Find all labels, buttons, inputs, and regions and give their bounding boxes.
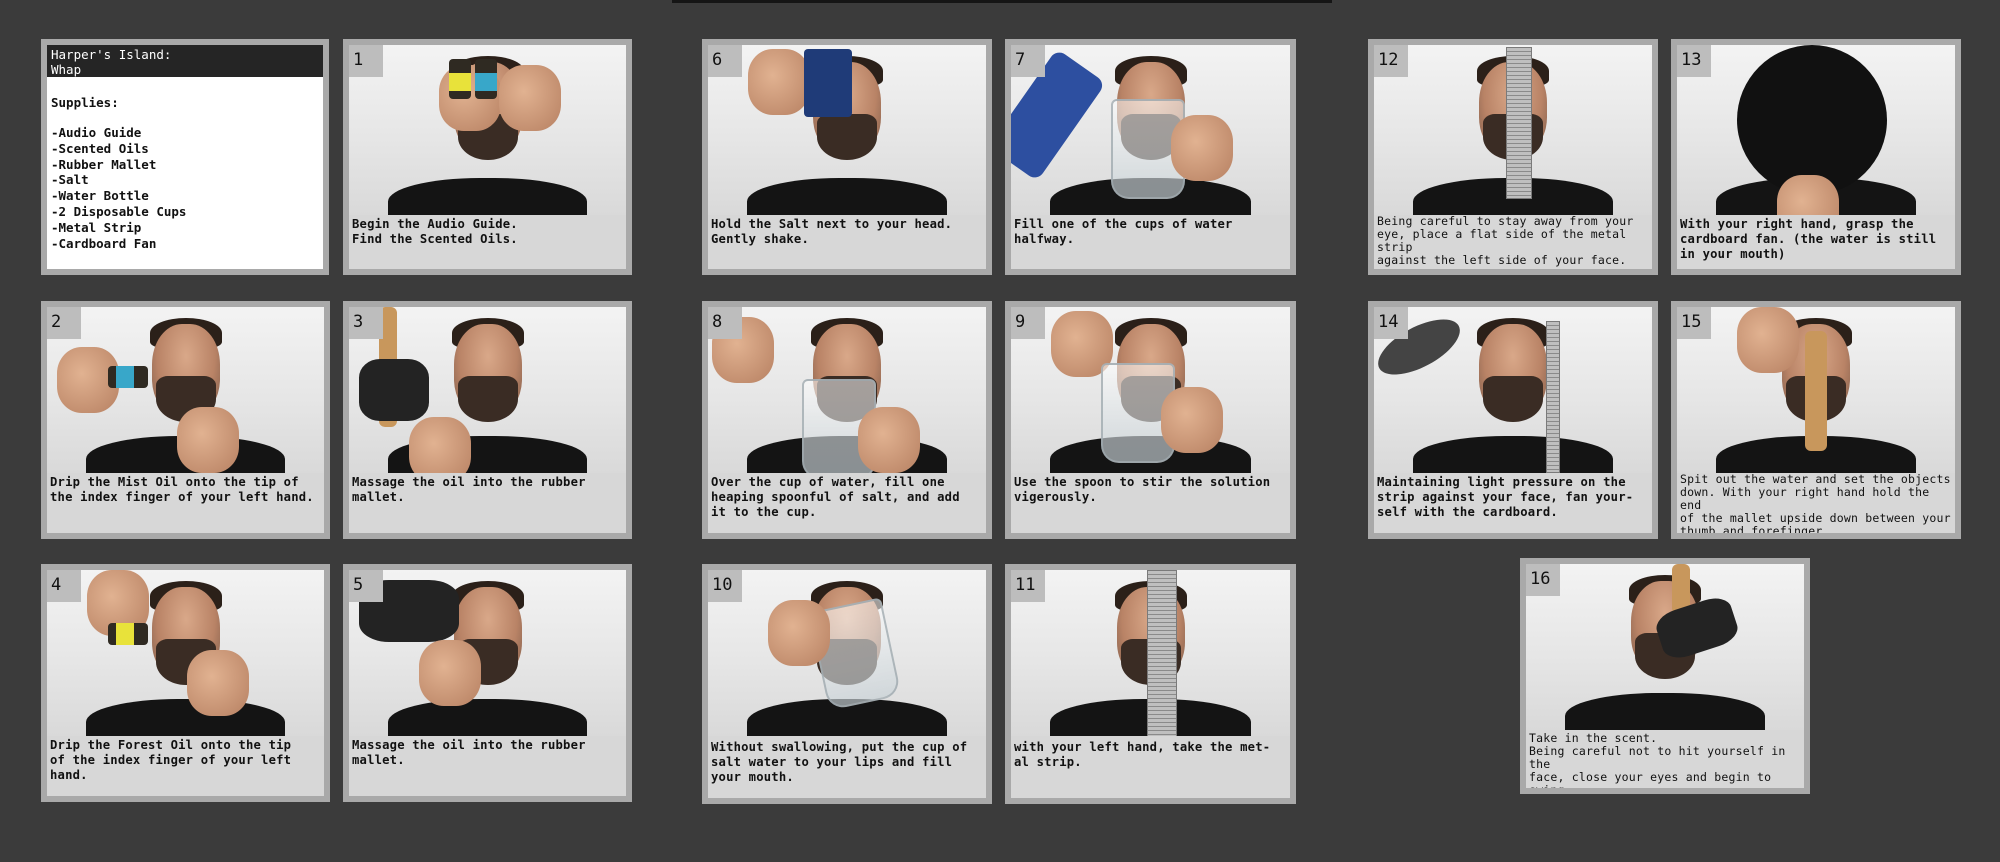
supplies-heading: Supplies:	[51, 95, 119, 110]
oil-bottle-icon	[449, 59, 471, 99]
oil-bottle-icon	[475, 59, 497, 99]
step-caption: Over the cup of water, fill one heaping …	[711, 475, 960, 519]
supply-item: -2 Disposable Cups	[51, 203, 187, 219]
step-caption: Massage the oil into the rubber mallet.	[352, 738, 586, 767]
step-photo	[708, 570, 986, 736]
supply-item: -Cardboard Fan	[51, 235, 157, 251]
step-caption: Massage the oil into the rubber mallet.	[352, 475, 586, 504]
step-photo	[349, 570, 626, 736]
step-number: 7	[1011, 45, 1045, 77]
intro-title: Harper's Island: Whap	[47, 45, 323, 77]
step-number: 4	[47, 570, 81, 602]
step-card-7: 7 Fill one of the cups of water halfway.	[1005, 39, 1296, 275]
supplies-list: -Audio Guide -Scented Oils -Rubber Malle…	[51, 125, 186, 251]
step-photo	[1374, 307, 1652, 473]
step-caption: Drip the Forest Oil onto the tip of the …	[50, 738, 292, 782]
step-card-2: 2 Drip the Mist Oil onto the tip of the …	[41, 301, 330, 539]
step-photo	[1011, 45, 1290, 215]
rubber-mallet-icon	[1805, 331, 1827, 451]
supply-item: -Scented Oils	[51, 140, 149, 156]
step-photo	[349, 307, 626, 473]
step-caption: Without swallowing, put the cup of salt …	[711, 740, 968, 784]
step-card-6: 6 Hold the Salt next to your head. Gentl…	[702, 39, 992, 275]
supply-item: -Salt	[51, 172, 89, 188]
step-card-8: 8 Over the cup of water, fill one heapin…	[702, 301, 992, 539]
step-card-11: 11 with your left hand, take the met- al…	[1005, 564, 1296, 804]
step-photo	[708, 307, 986, 473]
step-photo	[1526, 564, 1804, 730]
step-photo	[349, 45, 626, 215]
step-card-9: 9 Use the spoon to stir the solution vig…	[1005, 301, 1296, 539]
supply-item: -Rubber Mallet	[51, 156, 157, 172]
step-number: 1	[349, 45, 383, 77]
step-number: 13	[1677, 45, 1711, 77]
top-divider	[672, 0, 1332, 3]
step-card-14: 14 Maintaining light pressure on the str…	[1368, 301, 1658, 539]
step-number: 3	[349, 307, 383, 339]
step-caption: with your left hand, take the met- al st…	[1014, 740, 1271, 769]
step-number: 11	[1011, 570, 1045, 602]
step-number: 10	[708, 570, 742, 602]
step-caption: Take in the scent. Being careful not to …	[1529, 731, 1786, 789]
step-number: 12	[1374, 45, 1408, 77]
step-caption: Being careful to stay away from your eye…	[1377, 214, 1634, 267]
step-number: 9	[1011, 307, 1045, 339]
step-caption: Spit out the water and set the objects d…	[1680, 472, 1951, 534]
step-photo	[1011, 307, 1290, 473]
step-card-4: 4 Drip the Forest Oil onto the tip of th…	[41, 564, 330, 802]
step-photo	[1011, 570, 1290, 736]
step-card-13: 13 With your right hand, grasp the cardb…	[1671, 39, 1961, 275]
step-card-1: 1 Begin the Audio Guide. Find the Scente…	[343, 39, 632, 275]
metal-ruler-icon	[1546, 321, 1560, 473]
step-number: 6	[708, 45, 742, 77]
step-caption: Fill one of the cups of water halfway.	[1014, 217, 1233, 246]
step-caption: Use the spoon to stir the solution viger…	[1014, 475, 1271, 504]
intro-card: Harper's Island: Whap Supplies: -Audio G…	[41, 39, 329, 275]
step-caption: Drip the Mist Oil onto the tip of the in…	[50, 475, 314, 504]
step-card-16: 16 Take in the scent. Being careful not …	[1520, 558, 1810, 794]
step-card-3: 3 Massage the oil into the rubber mallet…	[343, 301, 632, 539]
step-photo	[47, 307, 324, 473]
step-number: 15	[1677, 307, 1711, 339]
step-photo	[1374, 45, 1652, 215]
metal-ruler-icon	[1506, 47, 1532, 199]
step-caption: Begin the Audio Guide. Find the Scented …	[352, 217, 518, 246]
metal-ruler-icon	[1147, 570, 1177, 736]
oil-bottle-icon	[108, 366, 148, 388]
step-photo	[708, 45, 986, 215]
step-number: 2	[47, 307, 81, 339]
step-caption: Hold the Salt next to your head. Gently …	[711, 217, 953, 246]
step-photo	[1677, 307, 1955, 473]
salt-container-icon	[804, 49, 852, 117]
step-number: 5	[349, 570, 383, 602]
step-card-10: 10 Without swallowing, put the cup of sa…	[702, 564, 992, 804]
supply-item: -Metal Strip	[51, 219, 142, 235]
oil-bottle-icon	[108, 623, 148, 645]
step-card-5: 5 Massage the oil into the rubber mallet…	[343, 564, 632, 802]
cardboard-fan-icon	[1737, 45, 1887, 195]
step-number: 16	[1526, 564, 1560, 596]
step-caption: Maintaining light pressure on the strip …	[1377, 475, 1634, 519]
supply-item: -Audio Guide	[51, 125, 142, 140]
step-photo	[1677, 45, 1955, 215]
supply-item: -Water Bottle	[51, 188, 149, 204]
step-caption: With your right hand, grasp the cardboar…	[1680, 217, 1937, 261]
step-number: 8	[708, 307, 742, 339]
step-number: 14	[1374, 307, 1408, 339]
step-photo	[47, 570, 324, 736]
step-card-12: 12 Being careful to stay away from your …	[1368, 39, 1658, 275]
step-card-15: 15 Spit out the water and set the object…	[1671, 301, 1961, 539]
